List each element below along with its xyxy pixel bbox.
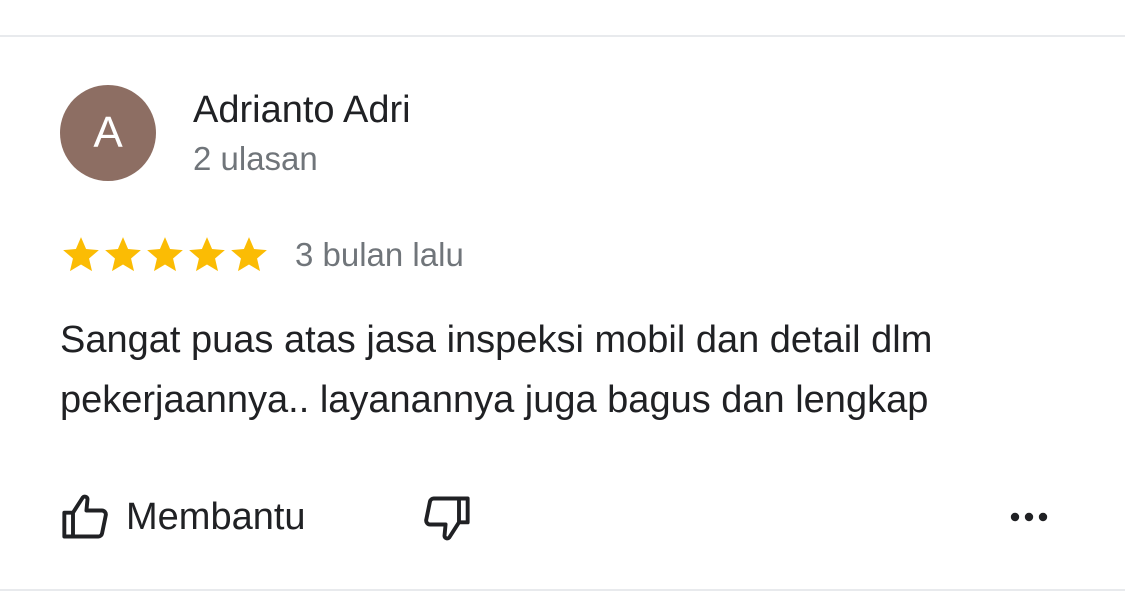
star-icon <box>147 237 183 272</box>
not-helpful-button[interactable] <box>418 490 474 546</box>
avatar[interactable]: A <box>60 85 156 181</box>
avatar-letter: A <box>93 108 123 157</box>
review-time: 3 bulan lalu <box>295 236 464 273</box>
star-icon <box>63 237 99 272</box>
star-rating <box>60 234 270 276</box>
review-text: Sangat puas atas jasa inspeksi mobil dan… <box>60 319 933 421</box>
helpful-button[interactable]: Membantu <box>60 490 306 544</box>
star-icon <box>231 237 267 272</box>
thumb-up-outline-icon <box>62 494 108 539</box>
author-name[interactable]: Adrianto Adri <box>193 88 411 132</box>
top-divider <box>0 35 1125 37</box>
author-review-count: 2 ulasan <box>193 140 318 177</box>
bottom-divider <box>0 589 1125 591</box>
thumb-down-outline-icon <box>424 496 470 541</box>
star-icon <box>189 237 225 272</box>
more-options-button[interactable] <box>1004 494 1054 540</box>
helpful-label: Membantu <box>126 496 306 538</box>
star-icon <box>105 237 141 272</box>
more-horizontal-icon <box>1010 512 1048 522</box>
